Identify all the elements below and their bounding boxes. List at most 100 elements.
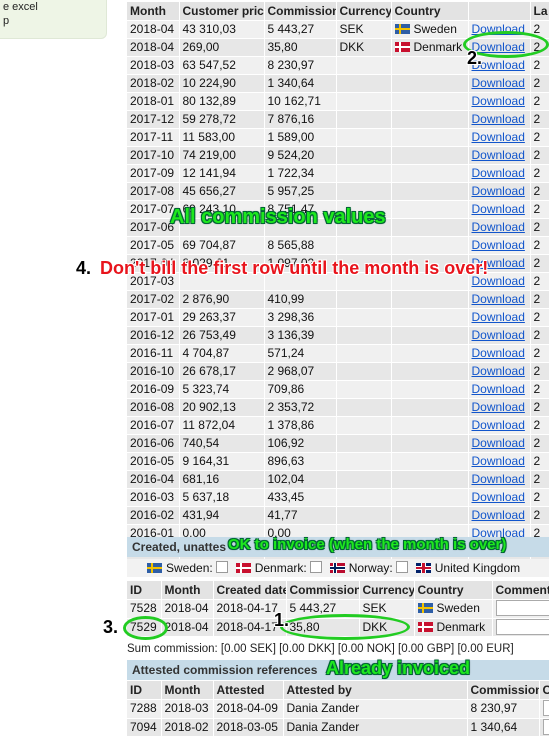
country-cell: [391, 236, 469, 255]
table-row: 2018-02 10 224,90 1 340,64 Download 2: [127, 74, 549, 93]
commission-cell: 433,45: [264, 488, 337, 507]
month-cell: 2017-11: [127, 128, 180, 147]
download-link[interactable]: Download: [472, 76, 525, 90]
last-cell: 2: [530, 110, 549, 129]
country-cell: [391, 452, 469, 471]
last-cell: 2: [530, 416, 549, 435]
customer-price-cell: 4 704,87: [179, 344, 265, 363]
download-link[interactable]: Download: [472, 166, 525, 180]
download-link[interactable]: Download: [472, 400, 525, 414]
download-link[interactable]: Download: [472, 238, 525, 252]
currency-cell: [336, 92, 392, 111]
download-link[interactable]: Download: [472, 382, 525, 396]
table-row: 2016-09 5 323,74 709,86 Download 2: [127, 380, 549, 399]
table-row: 2016-02 431,94 41,77 Download 2: [127, 506, 549, 525]
customer-price-cell: 74 219,00: [179, 146, 265, 165]
download-link[interactable]: Download: [472, 220, 525, 234]
month-cell: 2016-08: [127, 398, 180, 417]
download-link[interactable]: Download: [472, 472, 525, 486]
extra-input[interactable]: [542, 718, 549, 735]
download-link[interactable]: Download: [472, 130, 525, 144]
month-cell: 2018-04: [161, 618, 214, 637]
id-cell: 7288: [127, 699, 162, 719]
comment-cell: [492, 599, 549, 619]
country-cell: Denmark: [414, 618, 493, 637]
download-link[interactable]: Download: [472, 310, 525, 324]
comment-input[interactable]: [495, 600, 549, 616]
download-link[interactable]: Download: [472, 184, 525, 198]
country-name: Denmark: [413, 40, 463, 54]
download-link[interactable]: Download: [472, 436, 525, 450]
currency-cell: [336, 416, 392, 435]
download-link[interactable]: Download: [472, 292, 525, 306]
country-cell: [391, 182, 469, 201]
country-cell: [391, 164, 469, 183]
commission-highlight-oval: [280, 614, 410, 640]
customer-price-cell: 12 141,94: [179, 164, 265, 183]
country-cell: [391, 380, 469, 399]
month-cell: 2017-02: [127, 290, 180, 309]
download-link[interactable]: Download: [472, 490, 525, 504]
commission-cell: 2 968,07: [264, 362, 337, 381]
table-row: 2016-10 26 678,17 2 968,07 Download 2: [127, 362, 549, 381]
id-cell: 7094: [127, 718, 162, 737]
download-link[interactable]: Download: [472, 508, 525, 522]
download-link[interactable]: Download: [472, 418, 525, 432]
filter-checkbox-dk[interactable]: [309, 561, 322, 573]
country-cell: Sweden: [391, 20, 469, 39]
country-cell: [391, 74, 469, 93]
month-cell: 2017-12: [127, 110, 180, 129]
month-cell: 2017-08: [127, 182, 180, 201]
currency-cell: [336, 182, 392, 201]
customer-price-cell: 26 753,49: [179, 326, 265, 345]
attested-date-cell: 2018-04-09: [213, 699, 284, 719]
download-link[interactable]: Download: [472, 364, 525, 378]
download-link[interactable]: Download: [472, 112, 525, 126]
col-header-currency: Currency: [359, 581, 415, 600]
extra-cell: [539, 699, 549, 719]
month-cell: 2018-01: [127, 92, 180, 111]
annotation-number-4: 4.: [76, 258, 92, 278]
month-cell: 2018-03: [161, 699, 214, 719]
download-link[interactable]: Download: [472, 202, 525, 216]
country-cell: [391, 128, 469, 147]
header-row: IDMonthAttestedAttested byCommissionC: [127, 681, 549, 700]
customer-price-cell: 11 872,04: [179, 416, 265, 435]
sweden-flag-icon: [147, 563, 162, 573]
comment-input[interactable]: [495, 618, 549, 635]
download-link[interactable]: Download: [472, 328, 525, 342]
country-name: Sweden: [436, 601, 480, 616]
download-cell: Download: [468, 362, 531, 381]
last-cell: 2: [530, 56, 549, 75]
download-cell: Download: [468, 128, 531, 147]
extra-input[interactable]: [542, 700, 549, 716]
header-row: Month Customer price Commission Currency Cou…: [127, 2, 549, 21]
download-link[interactable]: Download: [472, 346, 525, 360]
tip-line-1: e excel: [3, 1, 38, 13]
country-cell: [391, 416, 469, 435]
download-link[interactable]: Download: [472, 454, 525, 468]
download-cell: Download: [468, 164, 531, 183]
download-link[interactable]: Download: [472, 148, 525, 162]
attested-table: IDMonthAttestedAttested byCommissionC 72…: [127, 681, 549, 737]
download-link[interactable]: Download: [472, 94, 525, 108]
filter-checkbox-se[interactable]: [215, 561, 228, 573]
denmark-flag-icon: [235, 563, 251, 573]
attested-by-cell: Dania Zander: [283, 718, 468, 737]
annotation-all-commission: All commission values: [170, 206, 386, 228]
last-cell: 2: [530, 164, 549, 183]
tip-line-2: p: [3, 15, 10, 27]
country-cell: [391, 218, 469, 237]
country-filter-row: Sweden: Denmark: Norway: United Kingdom: [127, 559, 549, 577]
country-cell: [391, 200, 469, 219]
last-cell: 2: [530, 236, 549, 255]
last-cell: 2: [530, 398, 549, 417]
customer-price-cell: 59 278,72: [179, 110, 265, 129]
table-row: 2016-05 9 164,31 896,63 Download 2: [127, 452, 549, 471]
download-cell: Download: [468, 218, 531, 237]
table-row: 2016-11 4 704,87 571,24 Download 2: [127, 344, 549, 363]
country-cell: [391, 326, 469, 345]
month-cell: 2017-05: [127, 236, 180, 255]
filter-checkbox-no[interactable]: [395, 561, 408, 573]
col-header-attested: Attested: [213, 681, 284, 700]
